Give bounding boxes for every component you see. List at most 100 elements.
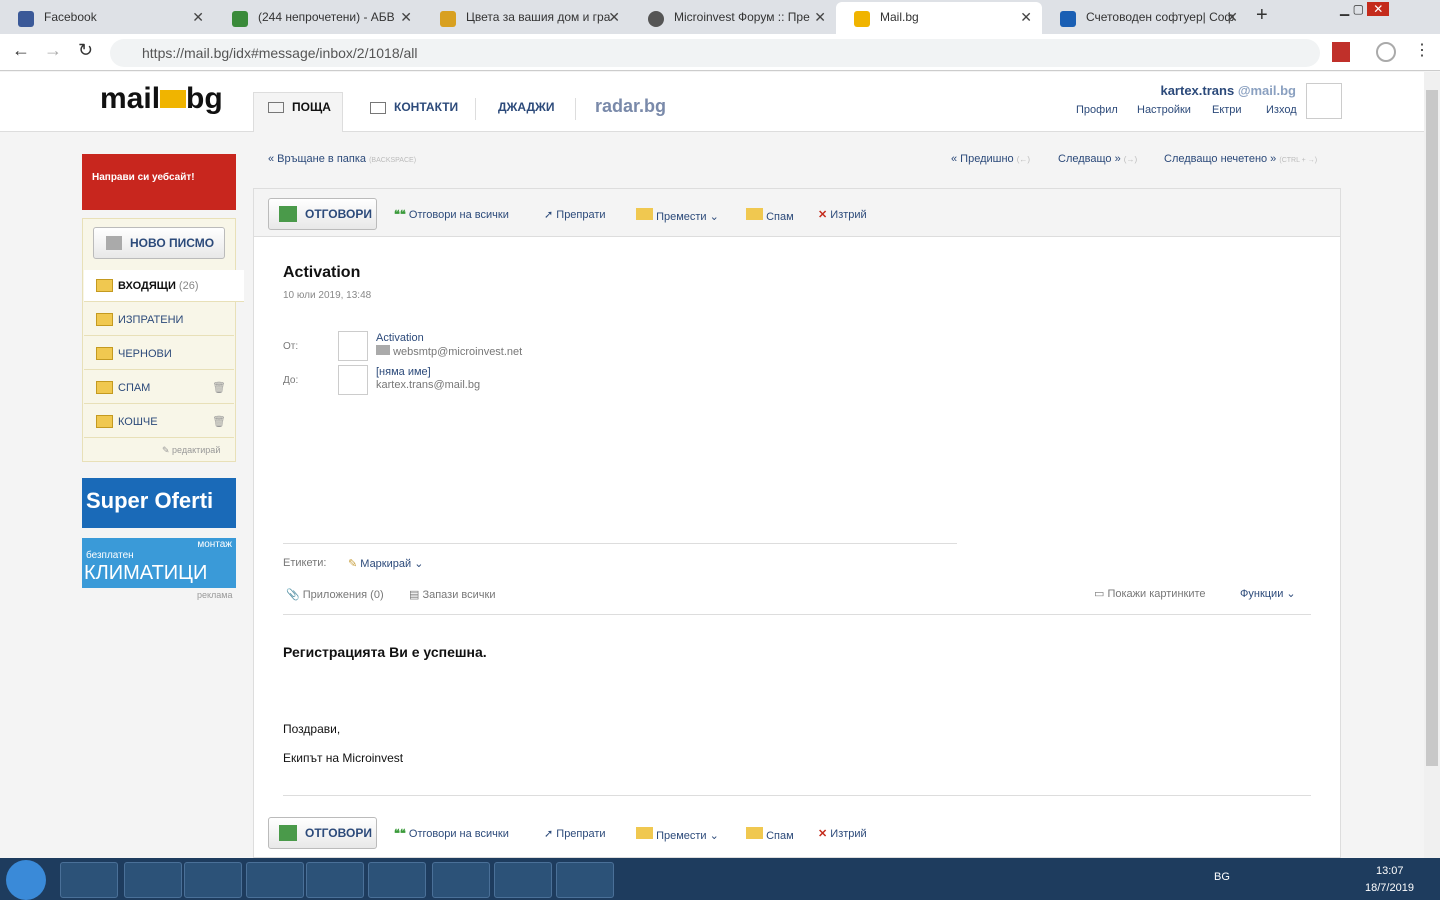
mailbg-logo[interactable]: mail bg [100,82,223,116]
show-images-link[interactable]: ▭ Покажи картинките [1094,587,1206,600]
scrollbar[interactable] [1424,72,1440,858]
body-title: Регистрацията Ви е успешна. [283,644,487,660]
reply-all-button[interactable]: ❝❝ Отговори на всички [394,208,509,221]
delete-x-icon: ✕ [818,828,828,840]
new-mail-button[interactable]: НОВО ПИСМО [93,227,225,259]
close-icon[interactable]: ✕ [1020,9,1032,26]
recipient-avatar [338,365,368,395]
link-extras[interactable]: Ектри [1212,104,1242,116]
nav-radar[interactable]: radar.bg [595,96,666,117]
close-icon[interactable]: ✕ [400,9,412,26]
trash-icon[interactable]: 🗑 [212,381,226,394]
home-icon [232,11,248,27]
facebook-icon [18,11,34,27]
nav-mail[interactable]: ПОЩА [292,100,331,114]
window-controls[interactable]: ▁ ▢ ✕ [1340,2,1390,16]
move-button-bottom[interactable]: Премести ⌄ [636,827,719,842]
divider [575,98,576,120]
link-profile[interactable]: Профил [1076,104,1118,116]
ad-superhosting[interactable]: Направи си уебсайт! [82,154,236,210]
excel-taskbar-icon[interactable] [306,862,364,898]
ad-superoferti[interactable]: Super Oferti [82,478,236,528]
url-field[interactable]: https://mail.bg/idx#message/inbox/2/1018… [110,39,1320,67]
scrollbar-thumb[interactable] [1426,90,1438,766]
functions-dropdown[interactable]: Функции ⌄ [1240,587,1296,600]
link-settings[interactable]: Настройки [1137,104,1191,116]
next-unread-link[interactable]: Следващо нечетено » (CTRL + →) [1164,153,1317,165]
chevron-down-icon: ⌄ [414,558,424,570]
profile-icon[interactable] [1376,42,1396,62]
sender-avatar [338,331,368,361]
recipient-email[interactable]: kartex.trans@mail.bg [376,379,480,391]
spam-button-bottom[interactable]: Спам [746,827,794,842]
explorer-taskbar-icon[interactable] [184,862,242,898]
reload-icon[interactable]: ↻ [78,40,93,61]
delete-x-icon: ✕ [818,209,828,221]
delete-button[interactable]: ✕ Изтрий [818,208,867,221]
move-folder-icon [636,208,653,220]
clock-date[interactable]: 18/7/2019 [1365,882,1414,894]
close-icon[interactable]: ✕ [814,9,826,26]
avatar[interactable] [1306,83,1342,119]
extension-icon[interactable] [1332,42,1350,62]
tab-accounting[interactable]: Счетоводен софтуер| Соф ✕ [1042,2,1248,34]
tab-strip: Facebook ✕ (244 непрочетени) - АБВ ✕ Цвета… [0,0,1440,34]
recipient-name[interactable]: [няма име] [376,366,431,378]
close-icon[interactable]: ✕ [1226,9,1238,26]
ad-climatici[interactable]: монтаж безплатен КЛИМАТИЦИ [82,538,236,588]
next-message-link[interactable]: Следващо » (→) [1058,153,1137,165]
media-taskbar-icon[interactable] [368,862,426,898]
ie-taskbar-icon[interactable] [124,862,182,898]
divider [283,543,957,544]
folder-sent[interactable]: ИЗПРАТЕНИ [84,304,234,336]
link-logout[interactable]: Изход [1266,104,1297,116]
close-icon[interactable]: ✕ [192,9,204,26]
tab-mailbg[interactable]: Mail.bg ✕ [836,2,1042,34]
prev-message-link[interactable]: « Предишно (←) [951,153,1030,165]
forward-button-bottom[interactable]: ➚ Препрати [544,827,606,840]
move-button[interactable]: Премести ⌄ [636,208,719,223]
word-taskbar-icon[interactable] [246,862,304,898]
folder-spam[interactable]: СПАМ 🗑 [84,372,234,404]
sender-name[interactable]: Activation [376,332,424,344]
image-icon: ▭ [1094,588,1105,600]
microinvest-taskbar-icon[interactable] [556,862,614,898]
reply-all-button-bottom[interactable]: ❝❝ Отговори на всички [394,827,509,840]
reply-icon [279,206,297,222]
delete-button-bottom[interactable]: ✕ Изтрий [818,827,867,840]
opera-taskbar-icon[interactable] [432,862,490,898]
spam-icon [746,827,763,839]
back-icon[interactable]: ← [12,40,30,61]
language-indicator[interactable]: BG [1214,871,1230,883]
nav-contacts[interactable]: КОНТАКТИ [394,100,458,114]
tab-abv[interactable]: (244 непрочетени) - АБВ ✕ [214,2,422,34]
reply-icon [279,825,297,841]
sender-email[interactable]: websmtp@microinvest.net [376,345,522,358]
edit-folders-link[interactable]: ✎ редактирай [162,445,220,456]
forward-icon[interactable]: → [44,40,62,61]
new-tab-icon[interactable]: + [1256,4,1268,27]
chrome-taskbar-icon[interactable] [60,862,118,898]
nav-widgets[interactable]: ДЖАДЖИ [498,100,555,114]
reply-button[interactable]: ОТГОВОРИ [268,198,377,230]
clock-time[interactable]: 13:07 [1376,865,1404,877]
trash-icon[interactable]: 🗑 [212,415,226,428]
tab-forum[interactable]: Microinvest Форум :: Пре ✕ [630,2,836,34]
back-to-folder-link[interactable]: « Връщане в папка (BACKSPACE) [268,153,416,165]
tab-facebook[interactable]: Facebook ✕ [0,2,214,34]
close-icon[interactable]: ✕ [608,9,620,26]
app-taskbar-icon[interactable] [494,862,552,898]
folder-drafts[interactable]: ЧЕРНОВИ [84,338,234,370]
compose-icon [106,236,122,250]
menu-icon[interactable]: ⋮ [1414,40,1430,60]
forward-button[interactable]: ➚ Препрати [544,208,606,221]
mark-dropdown[interactable]: ✎ Маркирай ⌄ [348,557,423,570]
folder-trash[interactable]: КОШЧЕ 🗑 [84,406,234,438]
tab-colors[interactable]: Цвета за вашия дом и гра ✕ [422,2,630,34]
spam-button[interactable]: Спам [746,208,794,223]
reply-button-bottom[interactable]: ОТГОВОРИ [268,817,377,849]
save-all-link[interactable]: ▤ Запази всички [409,588,495,601]
folder-inbox[interactable]: ВХОДЯЩИ (26) [84,270,244,302]
attachments-link[interactable]: 📎 Приложения (0) [286,588,384,601]
start-button[interactable] [6,860,46,900]
